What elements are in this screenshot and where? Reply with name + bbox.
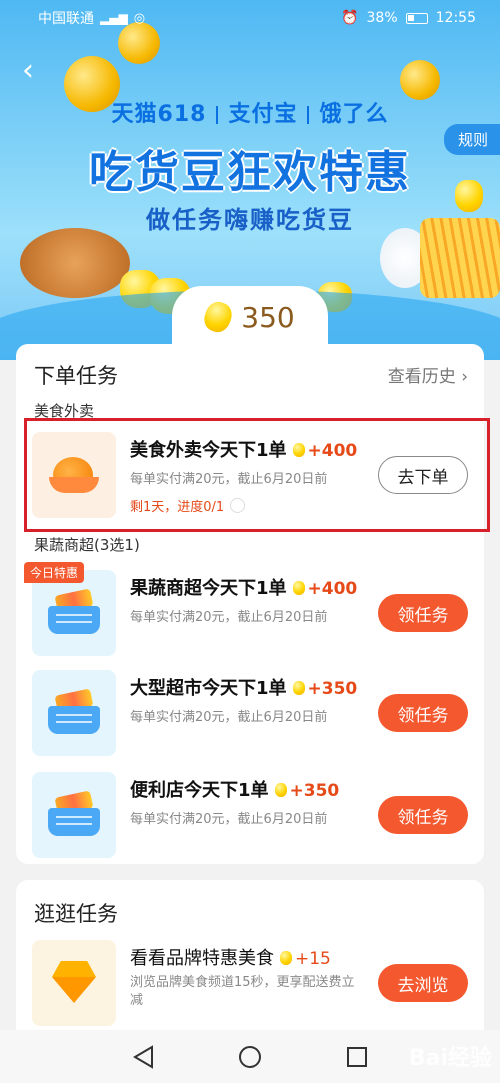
nav-home-icon[interactable] (238, 1045, 262, 1069)
clock: 12:55 (435, 10, 476, 26)
highlight-frame (24, 418, 490, 532)
points-balance: 350 (172, 286, 328, 348)
points-value: 350 (241, 300, 295, 334)
browse-tasks-card: 逛逛任务 看看品牌特惠美食 +15 浏览品牌美食频道15秒，更享配送费立减 去浏览 (16, 880, 484, 1050)
task-points: +15 (295, 949, 331, 969)
brand-eleme: 饿了么 (319, 102, 389, 127)
coin-decoration (400, 60, 440, 100)
section-title: 逛逛任务 (34, 902, 118, 926)
task-item: 看看品牌特惠美食 +15 浏览品牌美食频道15秒，更享配送费立减 去浏览 (32, 940, 468, 1026)
bean-icon (274, 783, 287, 797)
task-item: 今日特惠 果蔬商超今天下1单 +400 每单实付满20元，截止6月20日前 领任务 (24, 562, 468, 656)
nav-recents-icon[interactable] (346, 1046, 368, 1068)
claim-task-button[interactable]: 领任务 (378, 694, 468, 732)
basket-icon (48, 688, 100, 734)
task-points: +350 (307, 679, 358, 699)
today-deal-badge: 今日特惠 (24, 562, 85, 583)
rules-button[interactable]: 规则 (443, 124, 500, 155)
alarm-icon: ⏰ (341, 10, 359, 26)
view-history-link[interactable]: 查看历史 › (388, 362, 468, 387)
signal-icon: ▂▄▆ (100, 11, 128, 25)
task-title: 果蔬商超今天下1单 +400 (130, 578, 358, 599)
task-points: +350 (289, 781, 340, 801)
banner-headline: 吃货豆狂欢特惠 (89, 147, 411, 198)
battery-percent: 38% (366, 10, 398, 26)
task-thumbnail (32, 772, 116, 858)
bean-icon (292, 681, 305, 695)
browse-button[interactable]: 去浏览 (378, 964, 468, 1002)
bean-icon (292, 581, 305, 595)
bean-icon (200, 298, 236, 336)
fried-chicken-decoration (20, 228, 130, 298)
task-item: 大型超市今天下1单 +350 每单实付满20元，截止6月20日前 领任务 (32, 670, 468, 756)
status-bar: 中国联通 ▂▄▆ ◎ ⏰ 38% 12:55 (0, 0, 500, 36)
brand-alipay: 支付宝 (228, 102, 298, 127)
task-description: 每单实付满20元，截止6月20日前 (130, 610, 328, 625)
task-thumbnail (32, 670, 116, 756)
banner-subline: 做任务嗨赚吃货豆 (146, 206, 354, 234)
battery-icon (405, 12, 428, 24)
task-thumbnail (32, 940, 116, 1026)
brand-tmall: 天猫618 (111, 102, 207, 127)
nav-back-icon[interactable] (132, 1044, 154, 1069)
claim-task-button[interactable]: 领任务 (378, 796, 468, 834)
bean-icon (280, 951, 292, 965)
task-description: 每单实付满20元，截止6月20日前 (130, 812, 328, 827)
watermark: Bai经验 (408, 1046, 492, 1071)
task-title: 便利店今天下1单 +350 (130, 780, 340, 801)
carrier-label: 中国联通 (38, 11, 94, 27)
wifi-icon: ◎ (133, 10, 146, 26)
task-description: 浏览品牌美食频道15秒，更享配送费立减 (130, 975, 355, 1008)
task-item: 便利店今天下1单 +350 每单实付满20元，截止6月20日前 领任务 (32, 772, 468, 858)
task-title: 看看品牌特惠美食 +15 (130, 948, 331, 969)
back-arrow-icon[interactable]: ‹ (22, 56, 34, 86)
grocery-subtitle: 果蔬商超(3选1) (34, 536, 140, 554)
basket-icon (48, 790, 100, 836)
task-points: +400 (307, 579, 358, 599)
section-title: 下单任务 (34, 364, 118, 388)
diamond-icon (52, 961, 96, 1005)
task-description: 每单实付满20元，截止6月20日前 (130, 710, 328, 725)
claim-task-button[interactable]: 领任务 (378, 594, 468, 632)
basket-icon (48, 588, 100, 634)
task-title: 大型超市今天下1单 +350 (130, 678, 358, 699)
brand-logos: 天猫618 支付宝 饿了么 (0, 96, 500, 128)
